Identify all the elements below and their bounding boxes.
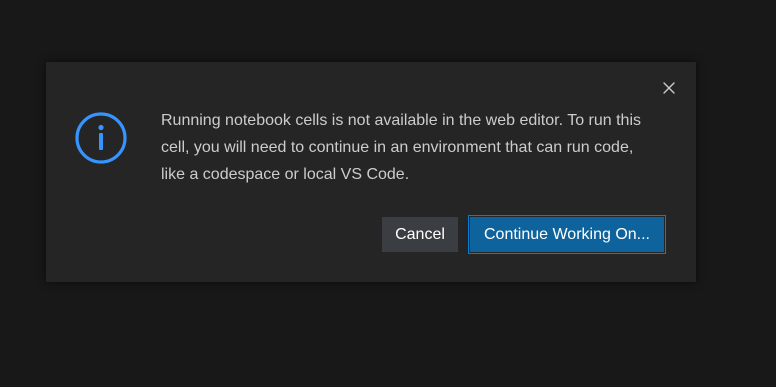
dialog-message: Running notebook cells is not available … — [161, 112, 642, 183]
continue-working-on-button[interactable]: Continue Working On... — [468, 215, 666, 254]
notebook-run-dialog: Running notebook cells is not available … — [46, 62, 696, 282]
close-icon — [663, 82, 675, 94]
info-icon — [75, 112, 127, 164]
cancel-button[interactable]: Cancel — [382, 217, 458, 252]
close-button[interactable] — [660, 79, 678, 97]
